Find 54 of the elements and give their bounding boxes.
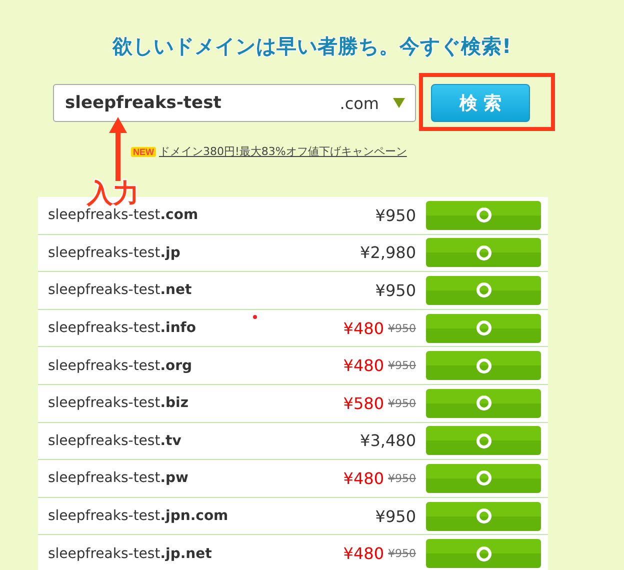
circle-icon: [476, 395, 492, 412]
domain-name: sleepfreaks-test.biz: [48, 395, 190, 412]
available-button[interactable]: [426, 314, 541, 343]
price: ¥480: [343, 318, 384, 338]
circle-icon: [476, 508, 492, 524]
domain-name: sleepfreaks-test.info: [48, 320, 198, 336]
price: ¥3,480: [360, 431, 416, 450]
domain-name: sleepfreaks-test.net: [48, 282, 193, 298]
circle-icon: [476, 282, 492, 298]
price: ¥950: [375, 280, 416, 300]
price: ¥950: [375, 506, 416, 526]
domain-name: sleepfreaks-test.org: [48, 358, 194, 374]
domain-name: sleepfreaks-test.tv: [48, 432, 182, 449]
domain-search-field[interactable]: sleepfreaks-test .com: [53, 84, 416, 122]
dropdown-triangle-icon: [393, 98, 405, 108]
price: ¥2,980: [360, 243, 416, 262]
domain-name: sleepfreaks-test.pw: [48, 470, 190, 486]
price: ¥950: [375, 206, 416, 225]
old-price: ¥950: [388, 547, 416, 560]
campaign-link[interactable]: ドメイン380円!最大83%オフ値下げキャンペーン: [159, 144, 427, 159]
headline: 欲しいドメインは早い者勝ち。今すぐ検索!: [112, 33, 512, 60]
price: ¥480: [343, 356, 384, 376]
tld-dropdown[interactable]: .com: [340, 94, 405, 112]
circle-icon: [476, 470, 492, 486]
available-button[interactable]: [426, 238, 541, 268]
old-price: ¥950: [388, 396, 416, 410]
available-button[interactable]: [426, 426, 541, 456]
available-button[interactable]: [426, 276, 541, 305]
old-price: ¥950: [388, 359, 416, 372]
price: ¥480: [343, 468, 384, 488]
up-arrow-icon: [108, 117, 128, 181]
domain-name: sleepfreaks-test.jp: [48, 244, 182, 261]
marker-dot: [253, 315, 257, 319]
circle-icon: [476, 358, 492, 374]
available-button[interactable]: [426, 502, 541, 531]
available-button[interactable]: [426, 388, 541, 418]
circle-icon: [476, 244, 492, 261]
new-badge: NEW: [131, 146, 156, 156]
available-button[interactable]: [426, 200, 541, 230]
old-price: ¥950: [388, 322, 416, 335]
circle-icon: [476, 546, 492, 562]
domain-name: sleepfreaks-test.jp.net: [48, 546, 213, 562]
old-price: ¥950: [388, 472, 416, 485]
circle-icon: [476, 207, 492, 224]
price: ¥480: [343, 544, 384, 564]
domain-name: sleepfreaks-test.com: [48, 207, 200, 224]
domain-name: sleepfreaks-test.jpn.com: [48, 508, 230, 524]
annotation-label: 入力: [87, 178, 139, 209]
available-button[interactable]: [426, 464, 541, 493]
available-button[interactable]: [426, 351, 541, 380]
available-button[interactable]: [426, 539, 541, 568]
circle-icon: [476, 432, 492, 449]
price: ¥580: [343, 394, 384, 413]
circle-icon: [476, 320, 492, 336]
